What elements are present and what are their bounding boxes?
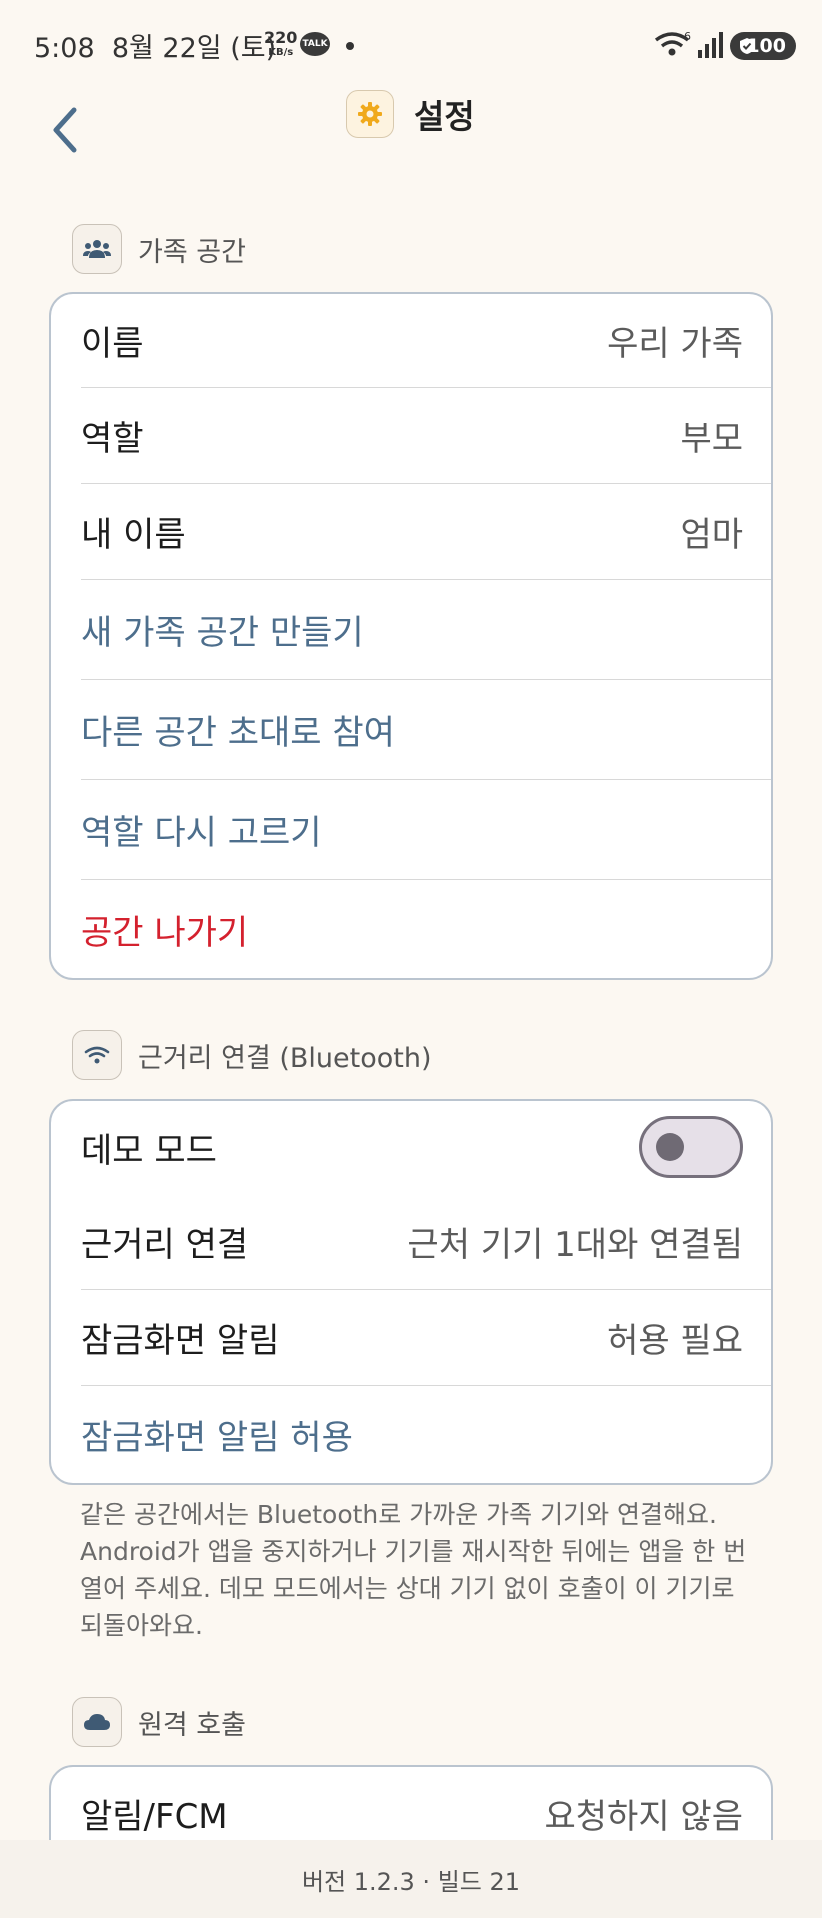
row-label: 알림/FCM	[81, 1796, 228, 1837]
battery-indicator: 100	[730, 32, 796, 60]
row-label: 데모 모드	[81, 1130, 217, 1171]
row-value: 부모	[680, 418, 743, 459]
svg-text:6: 6	[684, 30, 691, 43]
section-header-remote: 원격 호출	[72, 1697, 246, 1747]
shield-icon	[740, 38, 754, 54]
row-label: 내 이름	[81, 514, 186, 555]
row-label: 역할	[81, 418, 144, 459]
network-speed: 220 KB/s	[264, 28, 298, 59]
row-label: 이름	[81, 324, 144, 364]
reselect-role-button[interactable]: 역할 다시 고르기	[51, 779, 771, 879]
notification-dot	[346, 42, 354, 50]
row-value: 근처 기기 1대와 연결됨	[407, 1224, 743, 1265]
page-header: 설정	[346, 88, 475, 140]
section-header-nearby: 근거리 연결 (Bluetooth)	[72, 1030, 432, 1080]
action-label: 공간 나가기	[81, 912, 249, 953]
cloud-icon	[72, 1697, 122, 1747]
lockscreen-notification-row[interactable]: 잠금화면 알림 허용 필요	[51, 1289, 771, 1385]
row-value: 엄마	[680, 514, 743, 555]
row-value: 요청하지 않음	[544, 1796, 744, 1837]
section-title: 원격 호출	[138, 1709, 246, 1741]
nearby-status-row[interactable]: 근거리 연결 근처 기기 1대와 연결됨	[51, 1193, 771, 1289]
version-footer: 버전 1.2.3 · 빌드 21	[0, 1840, 822, 1918]
section-title: 근거리 연결 (Bluetooth)	[138, 1042, 432, 1074]
row-label: 근거리 연결	[81, 1224, 249, 1265]
chevron-left-icon	[53, 107, 77, 153]
talk-notification-icon: TALK	[300, 32, 330, 56]
toggle-knob	[656, 1133, 684, 1161]
page-title: 설정	[414, 97, 475, 136]
role-row[interactable]: 역할 부모	[51, 387, 771, 483]
leave-space-button[interactable]: 공간 나가기	[51, 879, 771, 978]
action-label: 다른 공간 초대로 참여	[81, 712, 395, 753]
status-bar: 5:08 8월 22일 (토) 220 KB/s TALK 6 100	[0, 0, 822, 90]
demo-mode-row: 데모 모드	[51, 1101, 771, 1193]
wifi-icon	[72, 1030, 122, 1080]
nearby-help-text: 같은 공간에서는 Bluetooth로 가까운 가족 기기와 연결해요. And…	[80, 1500, 747, 1640]
section-title: 가족 공간	[138, 236, 246, 268]
create-space-button[interactable]: 새 가족 공간 만들기	[51, 579, 771, 679]
my-name-row[interactable]: 내 이름 엄마	[51, 483, 771, 579]
people-icon	[72, 224, 122, 274]
allow-lockscreen-notification-button[interactable]: 잠금화면 알림 허용	[51, 1385, 771, 1483]
join-by-invite-button[interactable]: 다른 공간 초대로 참여	[51, 679, 771, 779]
status-time: 5:08 8월 22일 (토)	[34, 33, 277, 64]
version-label: 버전 1.2.3 · 빌드 21	[301, 1867, 521, 1896]
back-button[interactable]	[44, 102, 92, 158]
action-label: 역할 다시 고르기	[81, 812, 322, 853]
signal-icon: 6	[654, 30, 723, 58]
row-label: 잠금화면 알림	[81, 1320, 280, 1361]
demo-mode-toggle[interactable]	[639, 1116, 743, 1178]
action-label: 새 가족 공간 만들기	[81, 612, 364, 653]
gear-icon	[346, 90, 394, 138]
action-label: 잠금화면 알림 허용	[81, 1417, 353, 1458]
section-header-family: 가족 공간	[72, 224, 246, 274]
row-value: 우리 가족	[607, 324, 743, 364]
nearby-card: 데모 모드 근거리 연결 근처 기기 1대와 연결됨 잠금화면 알림 허용 필요…	[49, 1099, 773, 1485]
row-value: 허용 필요	[607, 1320, 743, 1361]
family-card: 이름 우리 가족 역할 부모 내 이름 엄마 새 가족 공간 만들기 다른 공간…	[49, 292, 773, 980]
family-name-row[interactable]: 이름 우리 가족	[51, 294, 771, 387]
